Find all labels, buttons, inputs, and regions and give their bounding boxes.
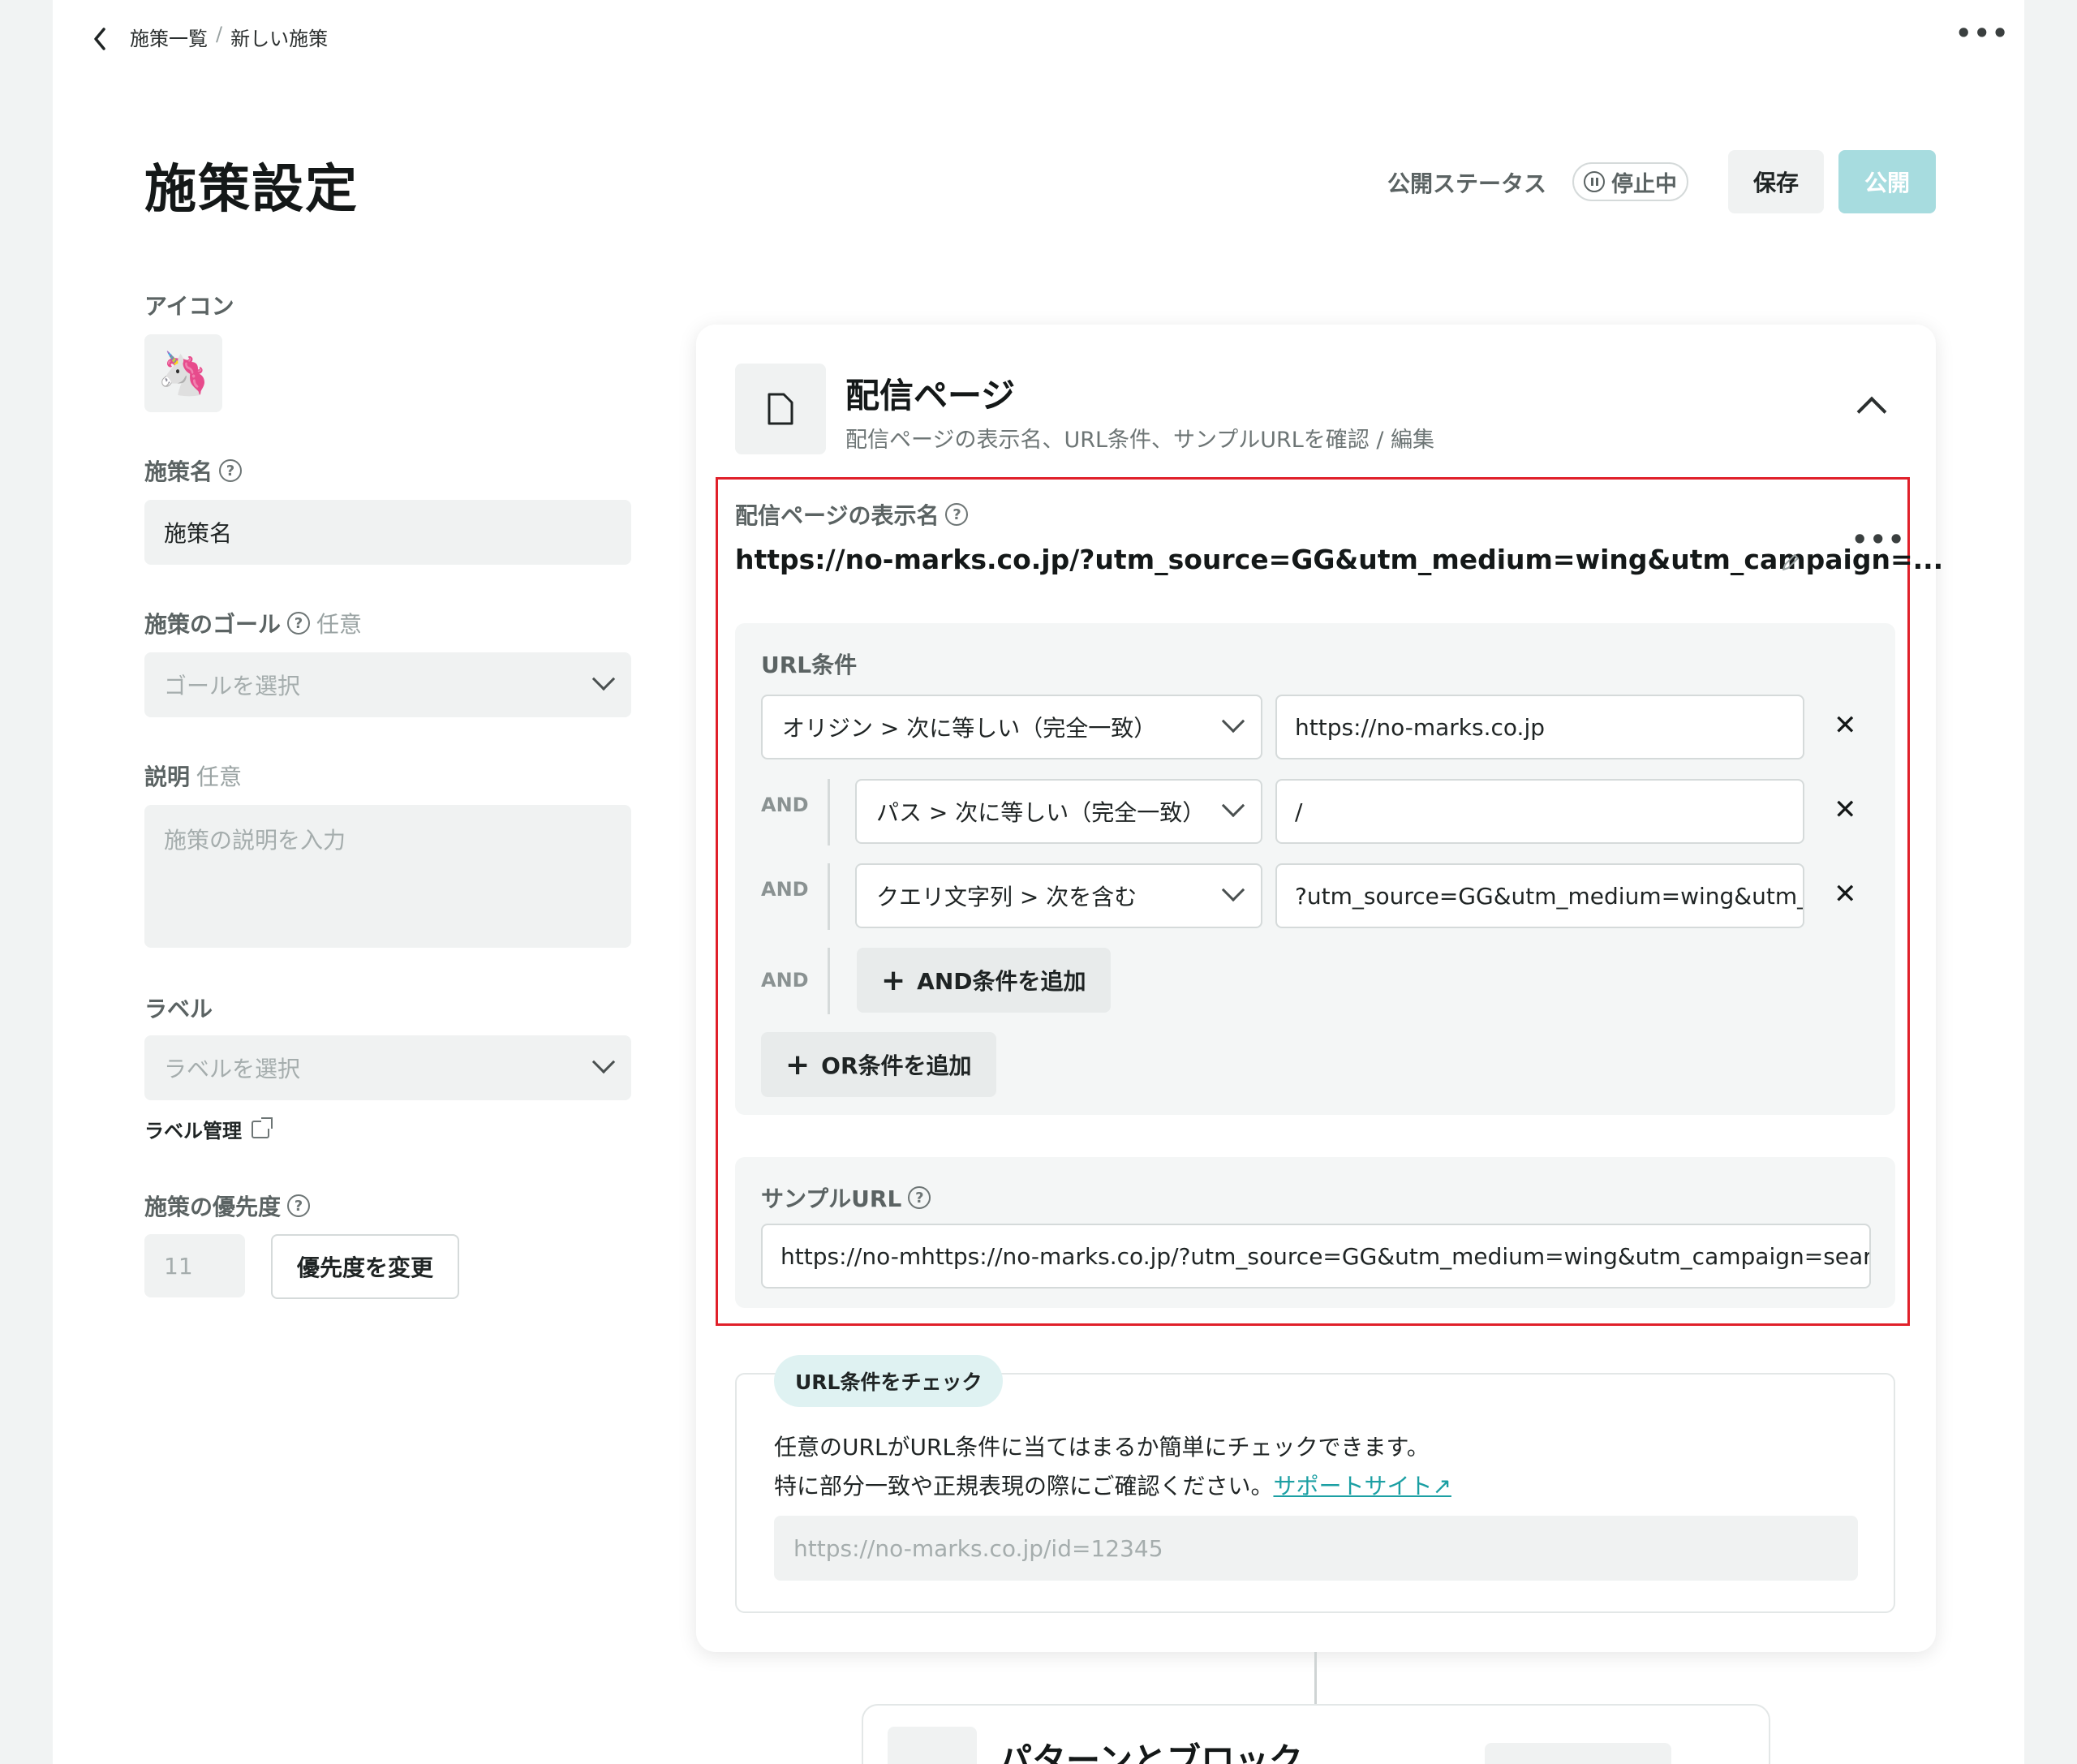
icon-label: アイコン: [144, 293, 234, 320]
display-name-value: https://no-marks.co.jp/?utm_source=GG&ut…: [735, 544, 1944, 575]
pattern-icon: [888, 1727, 977, 1764]
document-icon: [735, 364, 826, 454]
help-icon[interactable]: ?: [945, 503, 969, 526]
remove-condition-icon[interactable]: ✕: [1834, 709, 1857, 742]
label-field-label: ラベル: [144, 996, 213, 1022]
and-divider: [828, 779, 830, 845]
card-title: 配信ページ: [845, 376, 1016, 415]
condition-value-input[interactable]: /: [1275, 779, 1804, 844]
condition-type-select[interactable]: オリジン > 次に等しい（完全一致）: [761, 695, 1262, 759]
chevron-down-icon: [591, 1050, 616, 1074]
plus-icon: +: [785, 1048, 811, 1082]
add-and-condition-button[interactable]: + AND条件を追加: [857, 948, 1111, 1013]
pause-icon: [1584, 171, 1605, 192]
card-subtitle: 配信ページの表示名、URL条件、サンプルURLを確認 / 編集: [845, 428, 1435, 453]
breadcrumb-parent-link[interactable]: 施策一覧: [130, 23, 208, 51]
save-button[interactable]: 保存: [1728, 150, 1824, 213]
section-connector: [1314, 1652, 1317, 1709]
breadcrumb: 施策一覧 / 新しい施策: [130, 23, 328, 51]
change-priority-button[interactable]: 優先度を変更: [271, 1234, 459, 1299]
more-menu-icon[interactable]: •••: [1955, 18, 2010, 49]
label-manage-link[interactable]: ラベル管理: [144, 1115, 273, 1143]
priority-label: 施策の優先度 ?: [144, 1190, 311, 1222]
goal-label: 施策のゴール ? 任意: [144, 611, 363, 638]
url-check-description: 任意のURLがURL条件に当てはまるか簡単にチェックできます。: [774, 1434, 1430, 1461]
and-label: AND: [761, 878, 809, 901]
external-link-icon: [252, 1116, 273, 1138]
pencil-icon[interactable]: [1778, 550, 1803, 574]
display-name-more-icon[interactable]: •••: [1851, 524, 1906, 555]
help-icon[interactable]: ?: [908, 1186, 931, 1209]
help-icon[interactable]: ?: [287, 1194, 311, 1217]
remove-condition-icon[interactable]: ✕: [1834, 878, 1857, 910]
help-icon[interactable]: ?: [287, 612, 311, 635]
and-divider: [828, 948, 830, 1014]
help-icon[interactable]: ?: [219, 459, 243, 482]
back-arrow-icon[interactable]: [89, 24, 110, 54]
description-label: 説明 任意: [144, 764, 243, 790]
status-badge: 停止中: [1572, 162, 1688, 201]
pattern-block-title: パターンとブロック: [998, 1740, 1303, 1764]
display-name-label: 配信ページの表示名 ?: [735, 498, 969, 531]
priority-value: 11: [144, 1234, 245, 1297]
breadcrumb-current: 新しい施策: [230, 28, 329, 50]
sample-url-label: サンプルURL ?: [761, 1181, 931, 1214]
condition-type-select[interactable]: クエリ文字列 > 次を含む: [855, 863, 1262, 928]
support-site-link[interactable]: サポートサイト↗: [1273, 1473, 1451, 1499]
plus-icon: +: [881, 963, 906, 997]
url-check-input[interactable]: https://no-marks.co.jp/id=12345: [774, 1516, 1858, 1581]
chevron-down-icon: [1221, 794, 1245, 818]
breadcrumb-separator: /: [216, 23, 223, 45]
status-badge-text: 停止中: [1611, 171, 1677, 197]
condition-value-input[interactable]: https://no-marks.co.jp: [1275, 695, 1804, 759]
chevron-down-icon: [1221, 878, 1245, 902]
url-check-note: 特に部分一致や正規表現の際にご確認ください。サポートサイト↗: [774, 1473, 1451, 1499]
and-label: AND: [761, 969, 809, 992]
condition-type-select[interactable]: パス > 次に等しい（完全一致）: [855, 779, 1262, 844]
label-select[interactable]: ラベルを選択: [144, 1035, 631, 1100]
and-divider: [828, 863, 830, 930]
unicorn-icon: 🦄: [157, 349, 210, 398]
sample-url-input[interactable]: https://no-mhttps://no-marks.co.jp/?utm_…: [761, 1224, 1871, 1289]
name-input[interactable]: 施策名: [144, 500, 631, 565]
page-title: 施策設定: [144, 160, 359, 220]
condition-value-input[interactable]: ?utm_source=GG&utm_medium=wing&utm_...: [1275, 863, 1804, 928]
publish-button[interactable]: 公開: [1838, 150, 1936, 213]
publish-status-label: 公開ステータス: [1387, 170, 1547, 197]
chevron-down-icon: [1221, 709, 1245, 734]
goal-select[interactable]: ゴールを選択: [144, 652, 631, 717]
and-label: AND: [761, 794, 809, 816]
pattern-block-action[interactable]: [1485, 1743, 1671, 1764]
add-or-condition-button[interactable]: + OR条件を追加: [761, 1032, 996, 1097]
icon-picker[interactable]: 🦄: [144, 334, 222, 412]
chevron-down-icon: [591, 667, 616, 691]
url-conditions-title: URL条件: [761, 652, 858, 678]
url-check-badge: URL条件をチェック: [774, 1355, 1004, 1407]
description-textarea[interactable]: 施策の説明を入力: [144, 805, 631, 948]
name-label: 施策名 ?: [144, 454, 243, 487]
remove-condition-icon[interactable]: ✕: [1834, 794, 1857, 826]
